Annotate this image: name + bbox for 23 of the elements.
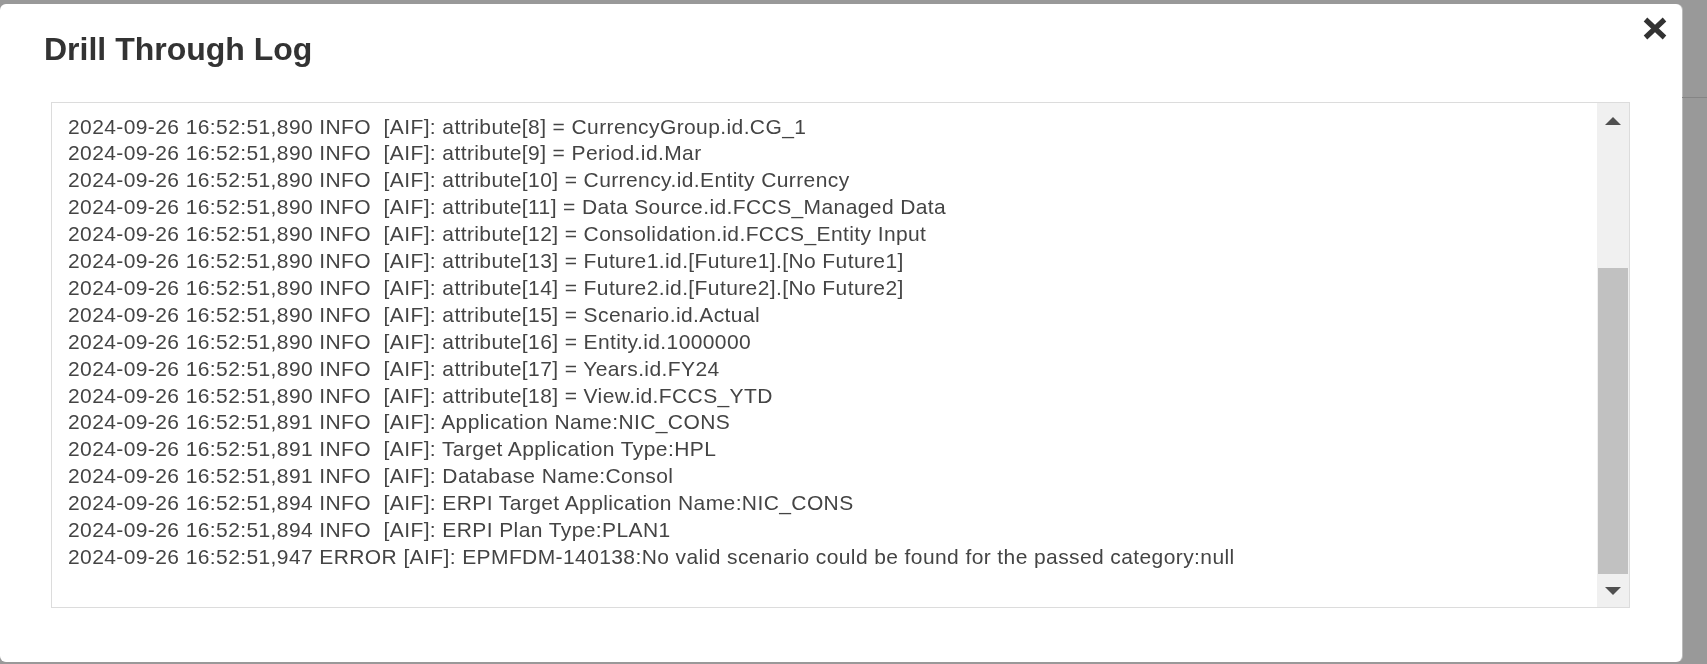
scrollbar-thumb[interactable] [1598, 268, 1628, 574]
close-icon [1643, 17, 1667, 40]
log-line: 2024-09-26 16:52:51,894 INFO [AIF]: ERPI Plan Type:PLAN1 [68, 517, 671, 544]
log-line: 2024-09-26 16:52:51,890 INFO [AIF]: attribute[12] = Consolidation.id.FCCS_Entity Input [68, 221, 927, 248]
log-line: 2024-09-26 16:52:51,890 INFO [AIF]: attribute[14] = Future2.id.[Future2].[No Future2] [68, 274, 904, 301]
log-line: 2024-09-26 16:52:51,890 INFO [AIF]: attribute[18] = View.id.FCCS_YTD [68, 382, 773, 410]
log-line: 2024-09-26 16:52:51,891 INFO [AIF]: Target Application Type:HPL [68, 436, 717, 463]
log-line: 2024-09-26 16:52:51,890 INFO [AIF]: attribute[9] = Period.id.Mar [68, 140, 702, 167]
dialog-title: Drill Through Log [44, 31, 313, 67]
log-line: 2024-09-26 16:52:51,947 ERROR [AIF]: EPMFDM-140138:No valid scenario could be found for the passed category:null [68, 544, 1235, 570]
log-line: 2024-09-26 16:52:51,890 INFO [AIF]: attribute[11] = Data Source.id.FCCS_Managed Data [68, 194, 947, 221]
log-line: 2024-09-26 16:52:51,890 INFO [AIF]: attribute[10] = Currency.id.Entity Currency [68, 167, 850, 194]
log-line: 2024-09-26 16:52:51,890 INFO [AIF]: attribute[13] = Future1.id.[Future1].[No Future1] [68, 248, 904, 275]
log-line: 2024-09-26 16:52:51,890 INFO [AIF]: attribute[8] = CurrencyGroup.id.CG_1 [68, 113, 807, 141]
log-line: 2024-09-26 16:52:51,890 INFO [AIF]: attribute[15] = Scenario.id.Actual [68, 301, 761, 328]
log-line: 2024-09-26 16:52:51,891 INFO [AIF]: Database Name:Consol [68, 463, 674, 490]
close-button[interactable] [1643, 17, 1667, 40]
log-line: 2024-09-26 16:52:51,891 INFO [AIF]: Application Name:NIC_CONS [68, 409, 731, 436]
log-line: 2024-09-26 16:52:51,890 INFO [AIF]: attribute[17] = Years.id.FY24 [68, 355, 720, 382]
up-triangle-icon [1605, 117, 1621, 125]
log-line: 2024-09-26 16:52:51,890 INFO [AIF]: attribute[16] = Entity.id.1000000 [68, 328, 752, 355]
down-triangle-icon [1605, 587, 1621, 595]
log-line: 2024-09-26 16:52:51,894 INFO [AIF]: ERPI Target Application Name:NIC_CONS [68, 490, 854, 517]
